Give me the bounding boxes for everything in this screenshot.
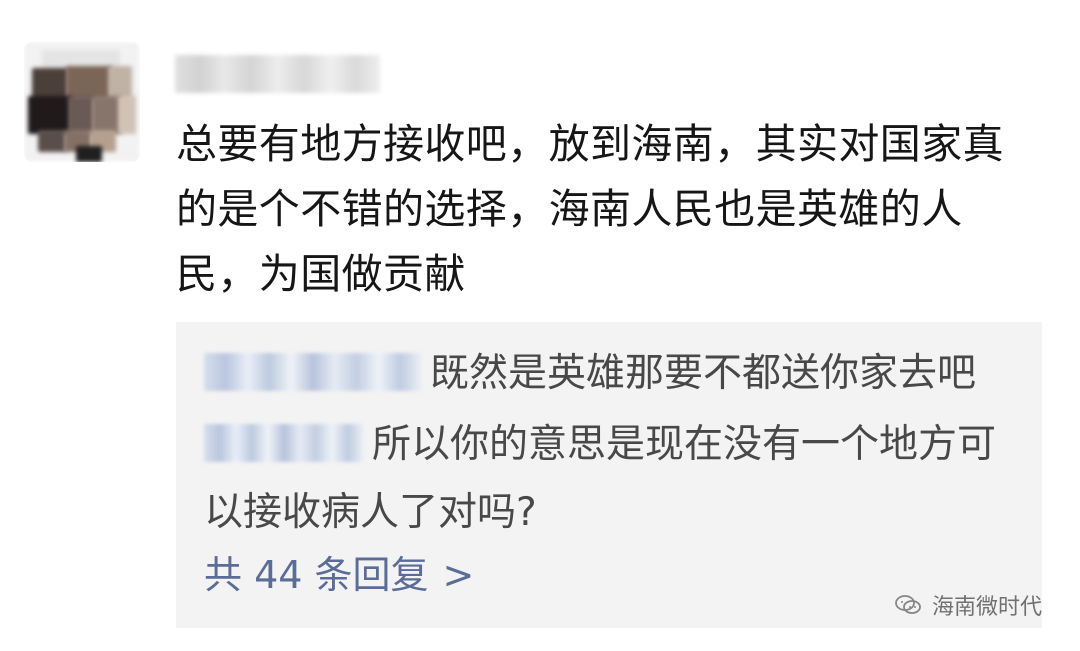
wechat-icon [894, 594, 922, 616]
watermark: 海南微时代 [894, 589, 1042, 621]
reply-author-blurred [204, 352, 422, 391]
comment-text: 总要有地方接收吧，放到海南，其实对国家真的是个不错的选择，海南人民也是英雄的人民… [176, 120, 1004, 298]
chevron-right-icon: > [442, 553, 475, 597]
view-more-replies-link[interactable]: 共 44 条回复 > [204, 548, 474, 602]
reply-author-blurred [204, 423, 364, 462]
reply-text: 既然是英雄那要不都送你家去吧 [430, 351, 977, 396]
comment-screenshot: 总要有地方接收吧，放到海南，其实对国家真的是个不错的选择，海南人民也是英雄的人民… [0, 0, 1080, 651]
avatar [24, 42, 140, 162]
more-replies-label: 共 44 条回复 [204, 553, 429, 597]
reply-thread: 既然是英雄那要不都送你家去吧 所以你的意思是现在没有一个地方可以接收病人了对吗?… [176, 322, 1042, 628]
reply-item: 既然是英雄那要不都送你家去吧 [204, 340, 1024, 408]
watermark-text: 海南微时代 [931, 595, 1042, 620]
reply-item: 所以你的意思是现在没有一个地方可以接收病人了对吗? [204, 411, 1024, 547]
username-blurred [175, 55, 380, 93]
